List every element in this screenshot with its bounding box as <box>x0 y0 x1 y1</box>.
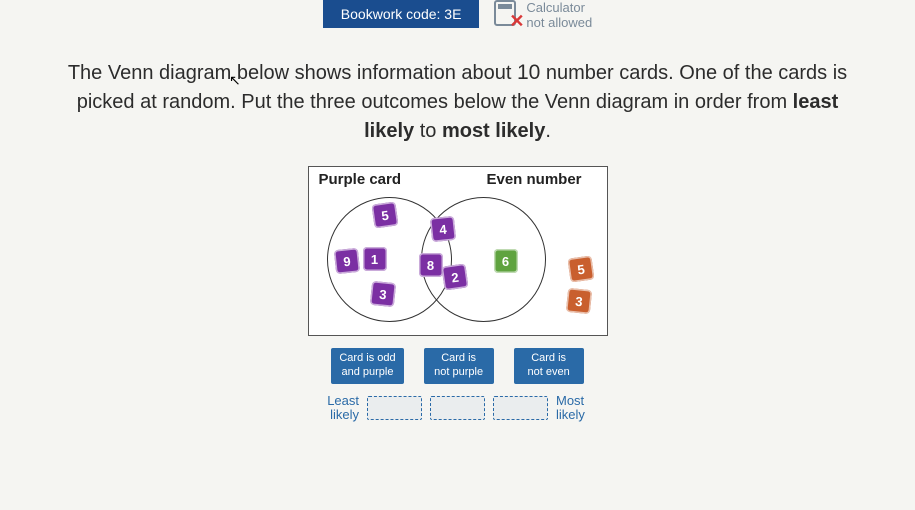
calculator-status: ✕ Calculator not allowed <box>494 0 592 30</box>
question-part1: The Venn diagram below shows information… <box>68 62 517 84</box>
card-purple-5: 5 <box>371 202 398 229</box>
calculator-icon: ✕ <box>494 0 520 30</box>
calculator-label-1: Calculator <box>526 0 592 15</box>
outcome-tiles: Card is odd and purple Card is not purpl… <box>331 348 583 384</box>
question-end: . <box>545 120 551 142</box>
card-purple-3: 3 <box>369 281 395 307</box>
set-label-purple: Purple card <box>319 171 402 188</box>
question-mid: to <box>414 120 442 142</box>
set-label-even: Even number <box>486 171 581 188</box>
card-green-6: 6 <box>494 249 518 273</box>
outcome-3-line2: not even <box>522 366 576 380</box>
outcome-2-line2: not purple <box>432 366 486 380</box>
card-purple-1: 1 <box>363 247 387 271</box>
outcome-3-line1: Card is <box>522 352 576 366</box>
outcome-odd-purple[interactable]: Card is odd and purple <box>331 348 403 384</box>
card-orange-3: 3 <box>565 288 591 314</box>
dropzone-1[interactable] <box>367 396 422 420</box>
question-strong2: most likely <box>442 120 545 142</box>
most-likely-label: Most likely <box>556 394 601 423</box>
outcome-2-line1: Card is <box>432 352 486 366</box>
outcome-not-even[interactable]: Card is not even <box>514 348 584 384</box>
card-purple-9: 9 <box>333 248 359 274</box>
question-text: The Venn diagram below shows information… <box>0 30 915 166</box>
dropzone-2[interactable] <box>430 396 485 420</box>
ordering-row: Least likely Most likely <box>314 394 601 423</box>
outcome-1-line2: and purple <box>339 366 395 380</box>
calculator-label-2: not allowed <box>526 15 592 30</box>
question-count: 10 <box>517 61 540 84</box>
card-orange-5: 5 <box>567 256 594 283</box>
not-allowed-x-icon: ✕ <box>509 11 524 32</box>
outcome-1-line1: Card is odd <box>339 352 395 366</box>
dropzone-3[interactable] <box>493 396 548 420</box>
bookwork-code-badge: Bookwork code: 3E <box>323 0 480 28</box>
outcome-not-purple[interactable]: Card is not purple <box>424 348 494 384</box>
card-purple-8: 8 <box>419 253 443 277</box>
card-purple-2: 2 <box>441 264 468 291</box>
venn-diagram: Purple card Even number 5 9 1 3 4 8 2 6 … <box>308 166 608 336</box>
least-likely-label: Least likely <box>314 394 359 423</box>
card-purple-4: 4 <box>429 216 455 242</box>
